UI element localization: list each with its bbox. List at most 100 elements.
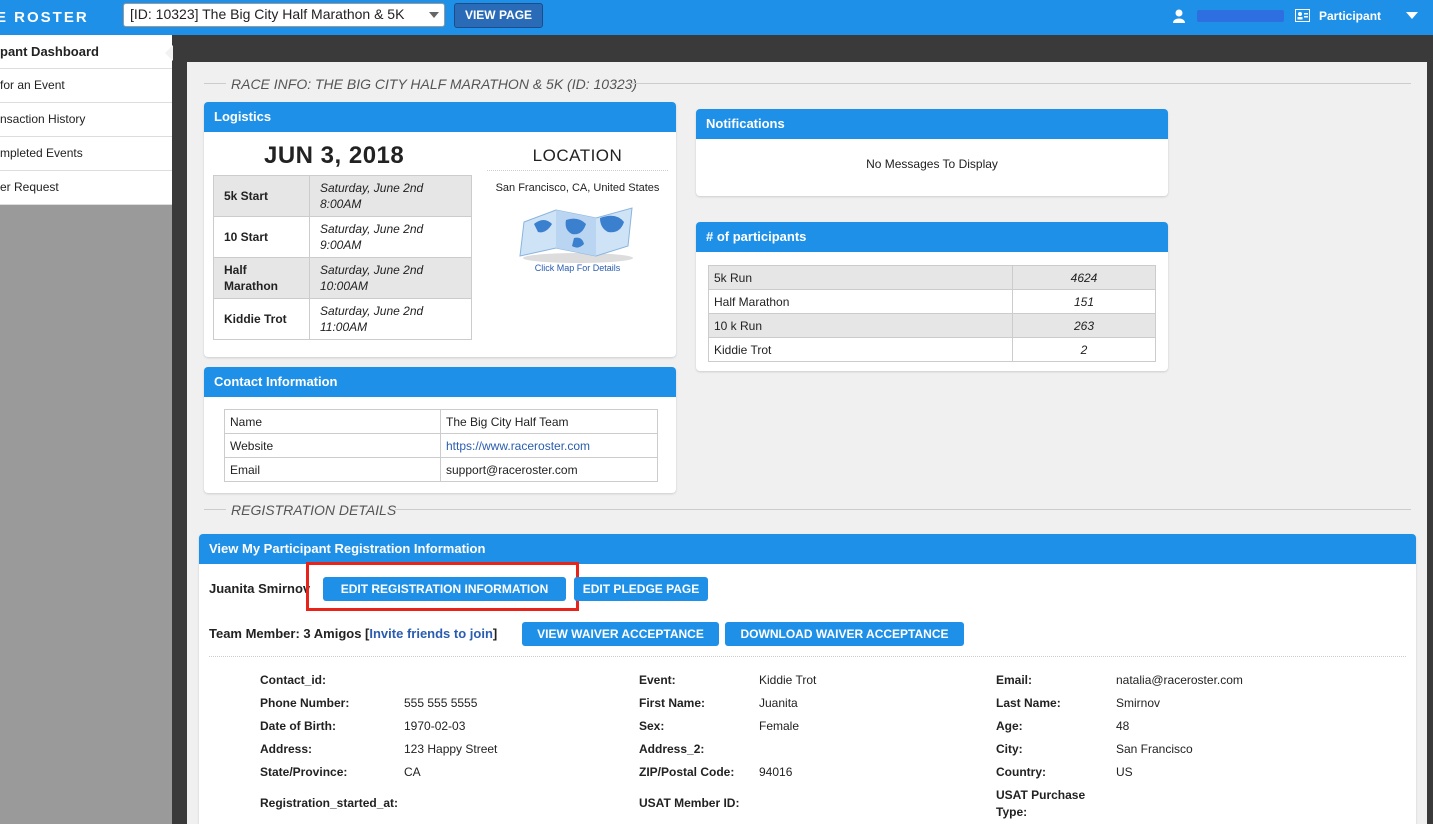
invite-friends-link[interactable]: Invite friends to join [369, 626, 493, 641]
usat-type-label-2: Type: [996, 805, 1028, 819]
start-day: Saturday, June 2nd [320, 222, 424, 236]
address-label: Address: [260, 742, 313, 756]
start-name: Half Marathon [213, 257, 310, 299]
age-value: 48 [1116, 719, 1130, 733]
logistics-heading: Logistics [204, 102, 676, 132]
participants-panel: # of participants 5k Run 4624 Half Marat… [696, 222, 1168, 371]
event-select[interactable]: [ID: 10323] The Big City Half Marathon &… [123, 3, 445, 27]
sex-value: Female [759, 719, 800, 733]
divider [209, 656, 1406, 657]
sex-label: Sex: [639, 719, 665, 733]
user-name-redacted[interactable] [1197, 10, 1284, 22]
divider [204, 509, 226, 510]
start-name: 5k Start [213, 175, 310, 217]
state-value: CA [404, 765, 421, 779]
event-date: JUN 3, 2018 [264, 142, 405, 169]
registration-panel: View My Participant Registration Informa… [199, 534, 1416, 824]
event-name: Kiddie Trot [708, 337, 1013, 362]
start-time: 9:00AM [320, 238, 362, 252]
event-count: 263 [1012, 313, 1156, 338]
country-label: Country: [996, 765, 1046, 779]
view-page-button[interactable]: VIEW PAGE [454, 3, 543, 28]
address2-label: Address_2: [639, 742, 705, 756]
sidebar-item-register[interactable]: for an Event [0, 69, 172, 103]
start-name: 10 Start [213, 216, 310, 258]
first-name-value: Juanita [759, 696, 798, 710]
phone-label: Phone Number: [260, 696, 350, 710]
sidebar-item-transactions[interactable]: nsaction History [0, 103, 172, 137]
table-row: Kiddie Trot Saturday, June 2nd 11:00AM [213, 298, 472, 340]
role-label[interactable]: Participant [1319, 9, 1381, 23]
start-time: 11:00AM [320, 320, 368, 334]
caret-down-icon[interactable] [1406, 12, 1418, 19]
table-row: Website https://www.raceroster.com [224, 433, 658, 458]
location-title: LOCATION [487, 146, 668, 171]
zip-value: 94016 [759, 765, 793, 779]
team-member-line: Team Member: 3 Amigos [Invite friends to… [209, 626, 497, 641]
event-count: 2 [1012, 337, 1156, 362]
map-details-link[interactable]: Click Map For Details [487, 263, 668, 273]
edit-pledge-button[interactable]: EDIT PLEDGE PAGE [574, 577, 708, 601]
active-indicator [165, 45, 173, 61]
event-value: Kiddie Trot [759, 673, 817, 687]
contact-label: Website [224, 433, 441, 458]
table-row: 5k Start Saturday, June 2nd 8:00AM [213, 175, 472, 217]
contact-label: Email [224, 457, 441, 482]
participants-table: 5k Run 4624 Half Marathon 151 10 k Run 2… [708, 265, 1156, 362]
table-row: 10 Start Saturday, June 2nd 9:00AM [213, 216, 472, 258]
download-waiver-button[interactable]: DOWNLOAD WAIVER ACCEPTANCE [725, 622, 964, 646]
start-time: 8:00AM [320, 197, 362, 211]
brand-logo[interactable]: E ROSTER [0, 9, 89, 26]
logistics-panel: Logistics JUN 3, 2018 5k Start Saturday,… [204, 102, 676, 357]
usat-type-label: USAT Purchase [996, 788, 1086, 802]
zip-label: ZIP/Postal Code: [639, 765, 735, 779]
divider [630, 83, 1411, 84]
table-row: Kiddie Trot 2 [708, 337, 1156, 362]
registration-section-title: REGISTRATION DETAILS [231, 502, 397, 518]
notifications-panel: Notifications No Messages To Display [696, 109, 1168, 196]
divider [204, 83, 226, 84]
table-row: Email support@raceroster.com [224, 457, 658, 482]
start-day: Saturday, June 2nd [320, 181, 424, 195]
city-value: San Francisco [1116, 742, 1193, 756]
main-content: RACE INFO: THE BIG CITY HALF MARATHON & … [187, 62, 1427, 824]
sidebar-item-dashboard[interactable]: pant Dashboard [0, 35, 172, 69]
contact-value: support@raceroster.com [440, 457, 658, 482]
view-waiver-button[interactable]: VIEW WAIVER ACCEPTANCE [522, 622, 719, 646]
notifications-heading: Notifications [696, 109, 1168, 139]
start-times-table: 5k Start Saturday, June 2nd 8:00AM 10 Sta… [213, 175, 472, 340]
race-info-title: RACE INFO: THE BIG CITY HALF MARATHON & … [231, 76, 638, 92]
start-day: Saturday, June 2nd [320, 263, 424, 277]
contact-table: Name The Big City Half Team Website http… [224, 409, 658, 482]
last-name-label: Last Name: [996, 696, 1061, 710]
last-name-value: Smirnov [1116, 696, 1161, 710]
table-row: 5k Run 4624 [708, 265, 1156, 290]
event-name: 5k Run [708, 265, 1013, 290]
usat-id-label: USAT Member ID: [639, 796, 740, 810]
sidebar-item-request[interactable]: er Request [0, 171, 172, 205]
city-label: City: [996, 742, 1023, 756]
address-value: 123 Happy Street [404, 742, 498, 756]
table-row: 10 k Run 263 [708, 313, 1156, 338]
registration-heading: View My Participant Registration Informa… [199, 534, 1416, 564]
user-icon [1173, 9, 1185, 23]
website-link[interactable]: https://www.raceroster.com [440, 433, 658, 458]
event-select-value: [ID: 10323] The Big City Half Marathon &… [130, 6, 405, 22]
map-icon[interactable] [516, 200, 640, 264]
team-suffix: ] [492, 626, 498, 641]
state-label: State/Province: [260, 765, 348, 779]
location-text: San Francisco, CA, United States [495, 182, 660, 194]
participant-name: Juanita Smirnov [209, 581, 311, 596]
contact-id-label: Contact_id: [260, 673, 326, 687]
start-name: Kiddie Trot [213, 298, 310, 340]
participants-heading: # of participants [696, 222, 1168, 252]
team-prefix: Team Member: 3 Amigos [ [209, 626, 370, 641]
sidebar-item-completed-events[interactable]: mpleted Events [0, 137, 172, 171]
start-day: Saturday, June 2nd [320, 304, 424, 318]
phone-value: 555 555 5555 [404, 696, 478, 710]
table-row: Half Marathon 151 [708, 289, 1156, 314]
table-row: Half Marathon Saturday, June 2nd 10:00AM [213, 257, 472, 299]
event-count: 4624 [1012, 265, 1156, 290]
table-row: Name The Big City Half Team [224, 409, 658, 434]
contact-heading: Contact Information [204, 367, 676, 397]
